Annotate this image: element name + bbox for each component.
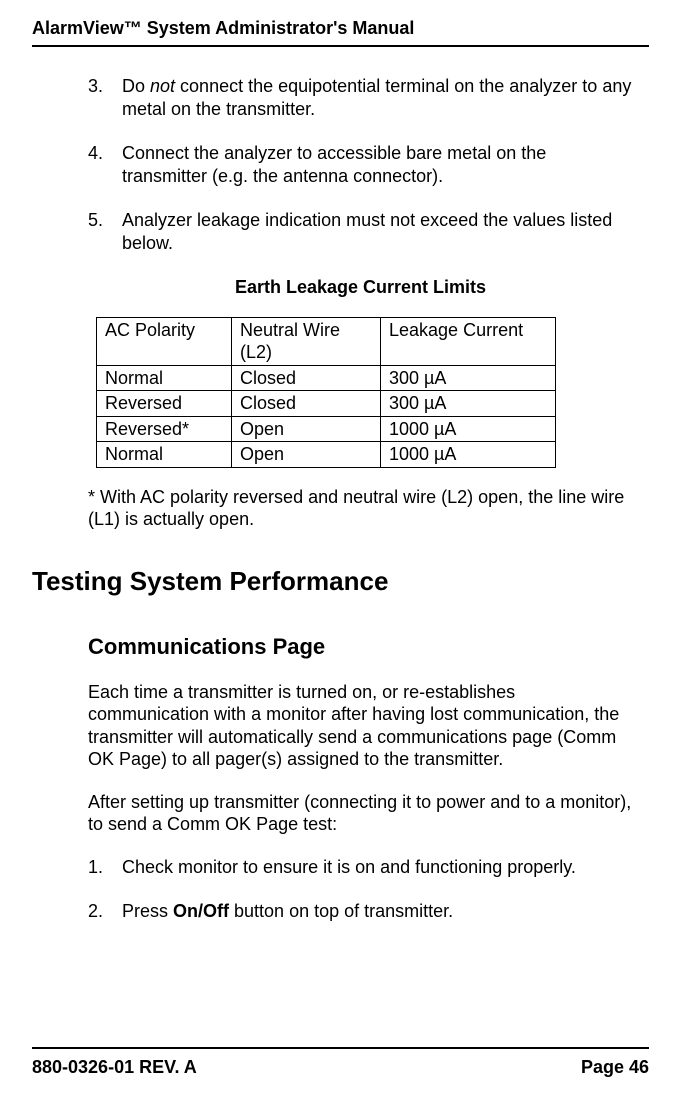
page-content: 3. Do not connect the equipotential term… <box>32 47 649 1047</box>
table-row: Normal Open 1000 µA <box>97 442 556 468</box>
list-item: 3. Do not connect the equipotential term… <box>88 75 633 120</box>
procedure-list-1: 3. Do not connect the equipotential term… <box>88 75 633 254</box>
subsection-heading: Communications Page <box>88 633 633 661</box>
procedure-list-2: 1. Check monitor to ensure it is on and … <box>88 856 633 923</box>
paragraph: After setting up transmitter (connecting… <box>88 791 633 836</box>
list-text: Press On/Off button on top of transmitte… <box>122 900 633 923</box>
table-cell: 300 µA <box>381 365 556 391</box>
footer-doc-id: 880-0326-01 REV. A <box>32 1057 197 1078</box>
table-header-cell: AC Polarity <box>97 317 232 365</box>
paragraph: Each time a transmitter is turned on, or… <box>88 681 633 771</box>
list-text: Do not connect the equipotential termina… <box>122 75 633 120</box>
page-footer: 880-0326-01 REV. A Page 46 <box>32 1047 649 1078</box>
list-text: Analyzer leakage indication must not exc… <box>122 209 633 254</box>
table-row: AC Polarity Neutral Wire (L2) Leakage Cu… <box>97 317 556 365</box>
text-fragment: Do <box>122 76 150 96</box>
list-item: 1. Check monitor to ensure it is on and … <box>88 856 633 879</box>
table-cell: Normal <box>97 442 232 468</box>
text-fragment: connect the equipotential terminal on th… <box>122 76 631 119</box>
table-cell: Open <box>232 442 381 468</box>
list-number: 2. <box>88 900 122 923</box>
text-fragment: Press <box>122 901 173 921</box>
list-number: 5. <box>88 209 122 254</box>
table-header-cell: Neutral Wire (L2) <box>232 317 381 365</box>
page-header: AlarmView™ System Administrator's Manual <box>32 18 649 47</box>
leakage-table: AC Polarity Neutral Wire (L2) Leakage Cu… <box>96 317 556 468</box>
table-cell: Open <box>232 416 381 442</box>
table-cell: 1000 µA <box>381 442 556 468</box>
table-cell: Normal <box>97 365 232 391</box>
table-cell: Reversed* <box>97 416 232 442</box>
table-cell: Reversed <box>97 391 232 417</box>
table-cell: 1000 µA <box>381 416 556 442</box>
list-item: 2. Press On/Off button on top of transmi… <box>88 900 633 923</box>
table-header-cell: Leakage Current <box>381 317 556 365</box>
list-text: Connect the analyzer to accessible bare … <box>122 142 633 187</box>
list-text: Check monitor to ensure it is on and fun… <box>122 856 633 879</box>
text-fragment: button on top of transmitter. <box>229 901 453 921</box>
list-number: 3. <box>88 75 122 120</box>
table-cell: Closed <box>232 391 381 417</box>
table-cell: Closed <box>232 365 381 391</box>
list-number: 4. <box>88 142 122 187</box>
strong: On/Off <box>173 901 229 921</box>
table-row: Reversed Closed 300 µA <box>97 391 556 417</box>
table-footnote: * With AC polarity reversed and neutral … <box>88 486 633 531</box>
section-heading: Testing System Performance <box>32 565 633 598</box>
emphasis: not <box>150 76 175 96</box>
table-title: Earth Leakage Current Limits <box>88 276 633 299</box>
list-item: 4. Connect the analyzer to accessible ba… <box>88 142 633 187</box>
footer-page-number: Page 46 <box>581 1057 649 1078</box>
table-cell: 300 µA <box>381 391 556 417</box>
table-row: Reversed* Open 1000 µA <box>97 416 556 442</box>
table-row: Normal Closed 300 µA <box>97 365 556 391</box>
list-item: 5. Analyzer leakage indication must not … <box>88 209 633 254</box>
list-number: 1. <box>88 856 122 879</box>
